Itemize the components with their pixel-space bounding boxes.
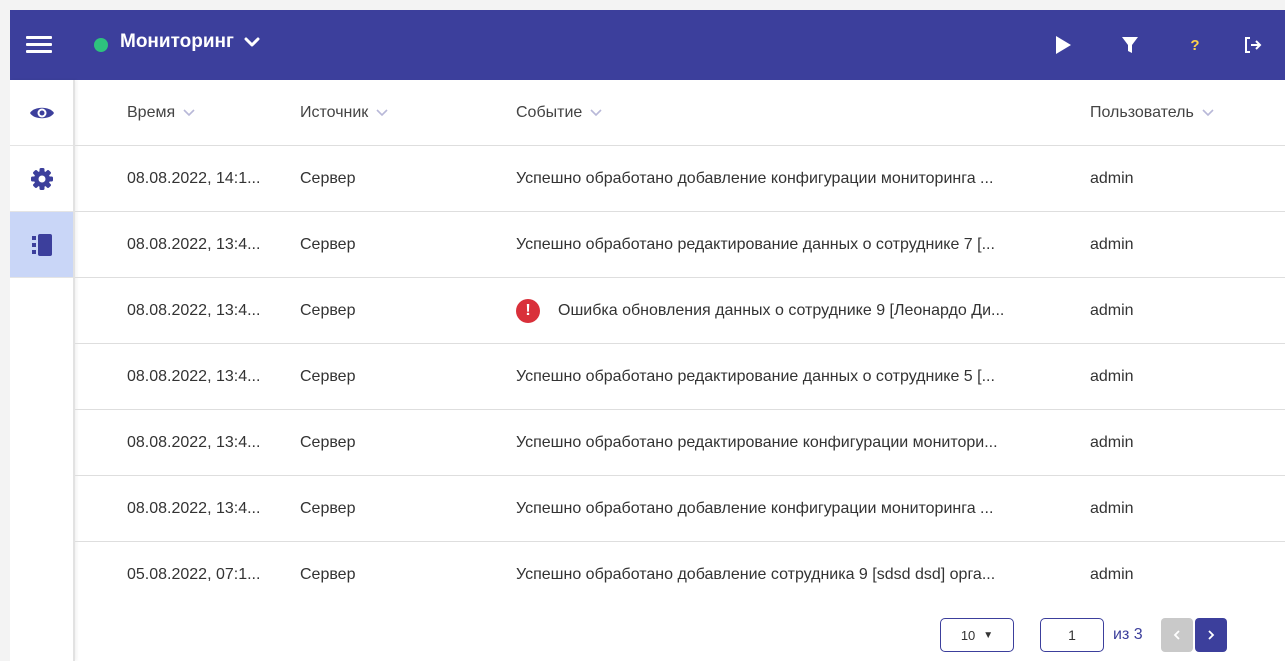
cell-source: Сервер — [300, 434, 356, 451]
chevron-down-icon — [590, 109, 602, 117]
cell-source: Сервер — [300, 566, 356, 583]
chevron-down-icon — [183, 109, 195, 117]
chevron-down-icon — [376, 109, 388, 117]
sidebar-item-journal[interactable] — [10, 212, 73, 278]
chevron-down-icon — [1202, 109, 1214, 117]
chevron-right-icon — [1208, 630, 1215, 640]
prev-page-button[interactable] — [1161, 618, 1193, 652]
logout-icon[interactable] — [1240, 32, 1266, 58]
table-row[interactable]: 08.08.2022, 13:4... Сервер Успешно обраб… — [75, 344, 1285, 410]
app-window: Мониторинг ? Время Источник Событие Поль… — [10, 10, 1285, 661]
column-header-source[interactable]: Источник — [300, 80, 490, 146]
module-title: Мониторинг — [120, 31, 234, 52]
gear-icon — [30, 167, 53, 190]
cell-time: 08.08.2022, 13:4... — [127, 434, 261, 451]
table-row[interactable]: 08.08.2022, 13:4... Сервер Успешно обраб… — [75, 212, 1285, 278]
sidebar-item-monitoring[interactable] — [10, 80, 73, 146]
eye-icon — [29, 107, 54, 118]
event-text: Успешно обработано редактирование конфиг… — [516, 434, 998, 451]
status-indicator — [94, 38, 108, 52]
cell-time: 08.08.2022, 14:1... — [127, 170, 261, 187]
cell-event: Успешно обработано редактирование данных… — [516, 212, 1076, 278]
module-selector[interactable]: Мониторинг — [120, 31, 260, 53]
column-header-time[interactable]: Время — [127, 80, 287, 146]
next-page-button[interactable] — [1195, 618, 1227, 652]
cell-user: admin — [1090, 170, 1134, 187]
help-icon[interactable]: ? — [1182, 32, 1208, 58]
menu-icon[interactable] — [24, 32, 54, 58]
journal-icon — [31, 233, 52, 256]
event-text: Успешно обработано добавление конфигурац… — [516, 170, 994, 187]
event-text: Успешно обработано добавление сотрудника… — [516, 566, 996, 583]
cell-user: admin — [1090, 236, 1134, 253]
column-header-label: Время — [127, 104, 176, 121]
cell-user: admin — [1090, 566, 1134, 583]
table-row[interactable]: 08.08.2022, 13:4... Сервер ! Ошибка обно… — [75, 278, 1285, 344]
column-header-label: Источник — [300, 104, 369, 121]
cell-event: Успешно обработано добавление конфигурац… — [516, 476, 1076, 542]
play-icon[interactable] — [1050, 32, 1076, 58]
event-text: Успешно обработано редактирование данных… — [516, 368, 995, 385]
table-row[interactable]: 05.08.2022, 07:1... Сервер Успешно обраб… — [75, 542, 1285, 608]
cell-source: Сервер — [300, 500, 356, 517]
cell-event: ! Ошибка обновления данных о сотруднике … — [516, 278, 1076, 344]
cell-user: admin — [1090, 500, 1134, 517]
cell-user: admin — [1090, 302, 1134, 319]
cell-event: Успешно обработано редактирование конфиг… — [516, 410, 1076, 476]
event-text: Успешно обработано добавление конфигурац… — [516, 500, 994, 517]
caret-down-icon: ▼ — [983, 629, 994, 641]
table-row[interactable]: 08.08.2022, 13:4... Сервер Успешно обраб… — [75, 476, 1285, 542]
filter-icon[interactable] — [1117, 32, 1143, 58]
page-size-value: 10 — [960, 627, 976, 643]
cell-time: 08.08.2022, 13:4... — [127, 236, 261, 253]
cell-time: 08.08.2022, 13:4... — [127, 368, 261, 385]
cell-time: 08.08.2022, 13:4... — [127, 302, 261, 319]
events-table: Время Источник Событие Пользователь 08.0… — [75, 80, 1285, 608]
cell-source: Сервер — [300, 236, 356, 253]
cell-event: Успешно обработано добавление сотрудника… — [516, 542, 1076, 608]
event-text: Ошибка обновления данных о сотруднике 9 … — [558, 302, 1005, 319]
column-header-label: Пользователь — [1090, 104, 1194, 121]
chevron-down-icon — [244, 37, 260, 47]
chevron-left-icon — [1173, 630, 1180, 640]
event-text: Успешно обработано редактирование данных… — [516, 236, 995, 253]
column-header-user[interactable]: Пользователь — [1090, 80, 1280, 146]
cell-event: Успешно обработано редактирование данных… — [516, 344, 1076, 410]
column-header-label: Событие — [516, 104, 583, 121]
column-header-event[interactable]: Событие — [516, 80, 1076, 146]
cell-user: admin — [1090, 434, 1134, 451]
page-number-input[interactable] — [1040, 618, 1104, 652]
cell-time: 05.08.2022, 07:1... — [127, 566, 261, 583]
page-total-label: из 3 — [1113, 626, 1143, 643]
cell-event: Успешно обработано добавление конфигурац… — [516, 146, 1076, 212]
error-icon: ! — [516, 299, 540, 323]
cell-source: Сервер — [300, 170, 356, 187]
cell-user: admin — [1090, 368, 1134, 385]
cell-source: Сервер — [300, 302, 356, 319]
table-row[interactable]: 08.08.2022, 13:4... Сервер Успешно обраб… — [75, 410, 1285, 476]
top-bar: Мониторинг ? — [10, 10, 1285, 80]
cell-time: 08.08.2022, 13:4... — [127, 500, 261, 517]
sidebar — [10, 80, 75, 661]
table-row[interactable]: 08.08.2022, 14:1... Сервер Успешно обраб… — [75, 146, 1285, 212]
page-size-select[interactable]: 10 ▼ — [940, 618, 1014, 652]
table-header: Время Источник Событие Пользователь — [75, 80, 1285, 146]
cell-source: Сервер — [300, 368, 356, 385]
help-label: ? — [1190, 36, 1200, 54]
sidebar-item-settings[interactable] — [10, 146, 73, 212]
